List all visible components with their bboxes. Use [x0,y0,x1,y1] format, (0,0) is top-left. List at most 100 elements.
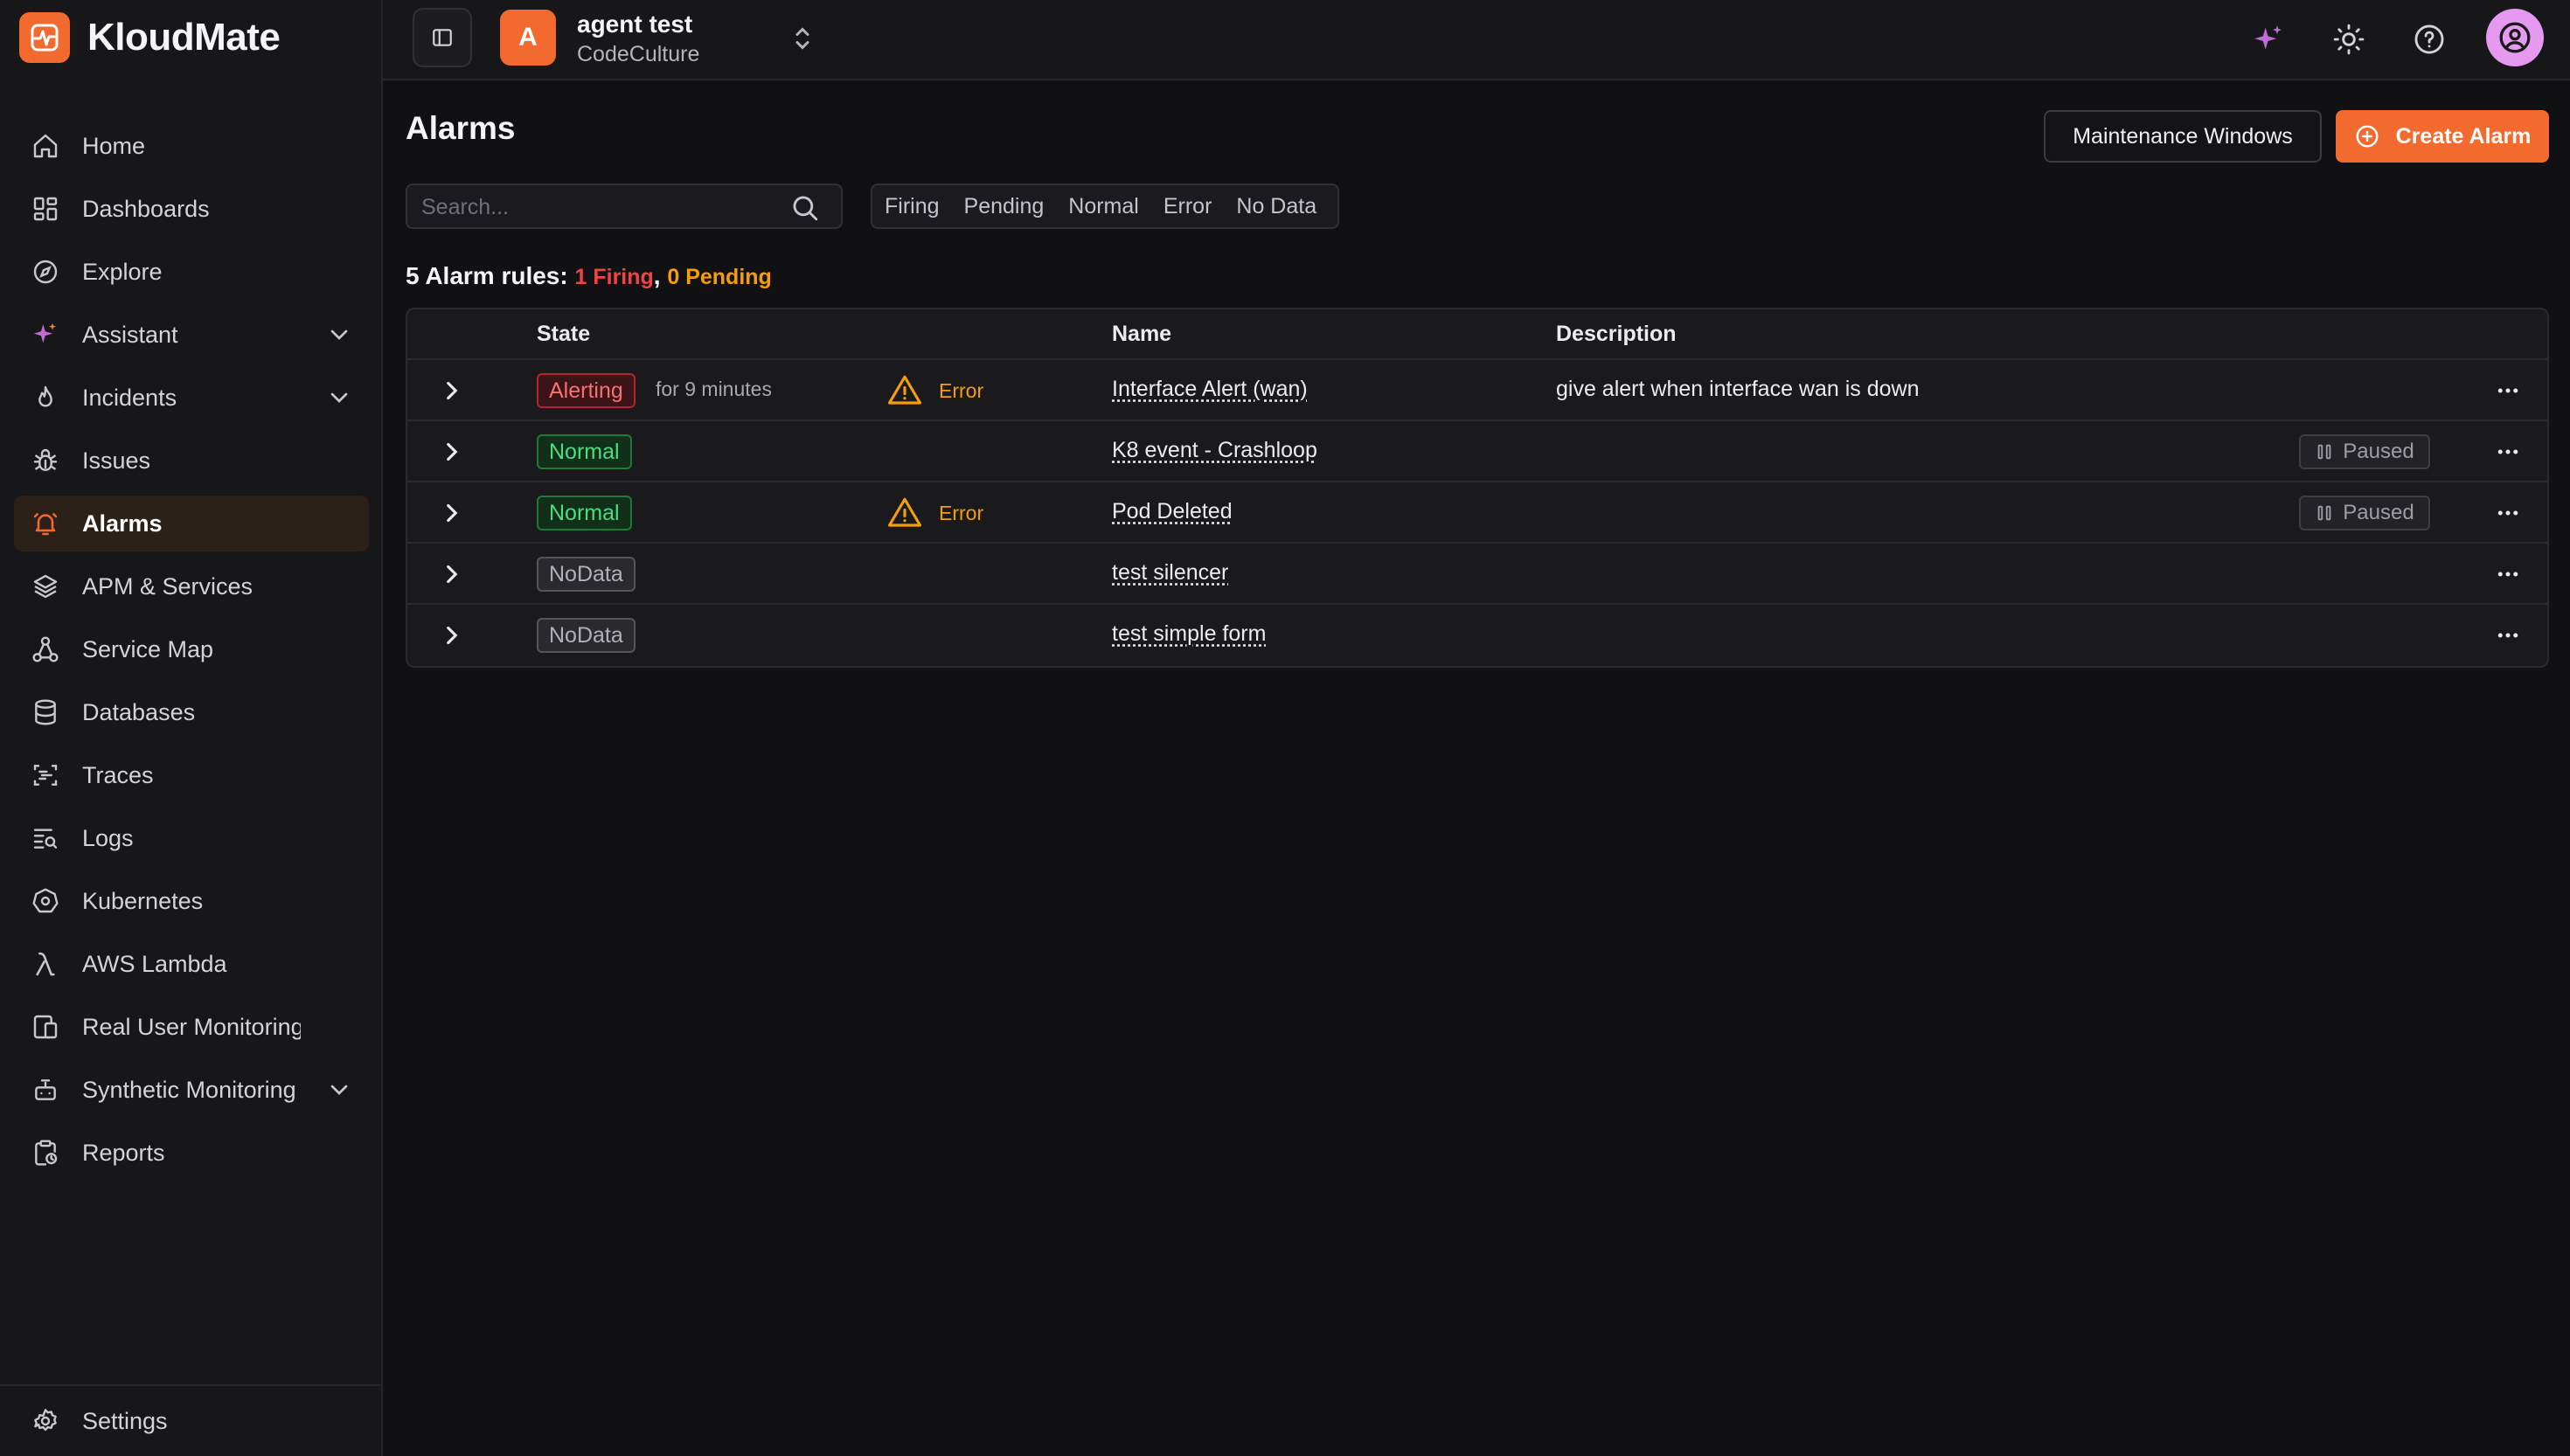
maintenance-windows-button[interactable]: Maintenance Windows [2044,110,2322,163]
sidebar-item-label: Alarms [82,510,163,537]
sidebar-item-label: Explore [82,258,163,285]
sidebar-toggle-icon [433,29,452,46]
chevrons-up-down-icon[interactable] [787,23,818,54]
firing-count[interactable]: 1 Firing [575,265,654,289]
sidebar-item-traces[interactable]: Traces [14,747,369,803]
filter-normal[interactable]: Normal [1068,194,1139,219]
chevron-right-icon[interactable] [437,498,467,528]
sidebar-item-reports[interactable]: Reports [14,1125,369,1181]
filter-firing[interactable]: Firing [885,194,940,219]
sidebar-item-incidents[interactable]: Incidents [14,370,369,426]
alarm-name-link[interactable]: Interface Alert (wan) [1112,377,1308,402]
state-filter-group: Firing Pending Normal Error No Data [871,184,1340,229]
more-options-icon[interactable] [2493,378,2523,404]
table-row[interactable]: NoData test silencer [407,544,2547,605]
state-badge: Normal [537,496,632,530]
filter-pending[interactable]: Pending [964,194,1045,219]
chevron-right-icon[interactable] [437,621,467,650]
ai-sparkle-button[interactable] [2248,19,2289,59]
alarm-name-link[interactable]: Pod Deleted [1112,499,1233,524]
create-alarm-button[interactable]: Create Alarm [2336,110,2549,163]
summary-prefix: 5 Alarm rules: [406,262,568,289]
org-name[interactable]: agent test [577,10,692,38]
chevron-right-icon[interactable] [437,559,467,589]
org-subtitle: CodeCulture [577,42,700,66]
alarm-name-link[interactable]: test simple form [1112,621,1266,647]
sidebar-item-service-map[interactable]: Service Map [14,621,369,677]
sidebar-item-label: Service Map [82,635,214,662]
sidebar-footer: Settings [14,1393,369,1456]
sidebar-item-explore[interactable]: Explore [14,244,369,300]
sidebar-toggle-button[interactable] [413,8,472,67]
sidebar-item-databases[interactable]: Databases [14,684,369,740]
chevron-down-icon[interactable] [325,321,353,349]
health-error[interactable]: Error [886,372,983,409]
sidebar-item-assistant[interactable]: Assistant [14,307,369,363]
table-row[interactable]: NoData test simple form [407,605,2547,666]
pause-icon [2317,444,2331,460]
pending-count[interactable]: 0 Pending [667,265,771,289]
alarm-name-link[interactable]: test silencer [1112,560,1228,586]
sidebar-item-home[interactable]: Home [14,118,369,174]
sidebar-item-dashboards[interactable]: Dashboards [14,181,369,237]
paused-label: Paused [2343,440,2414,463]
more-options-icon[interactable] [2493,622,2523,648]
state-duration: for 9 minutes [656,378,772,400]
layers-icon [30,571,61,602]
more-options-icon[interactable] [2493,561,2523,587]
column-header-description[interactable]: Description [1556,322,1677,347]
more-options-icon[interactable] [2493,500,2523,526]
health-error[interactable]: Error [886,495,983,531]
sidebar-item-settings[interactable]: Settings [14,1393,369,1449]
theme-toggle-button[interactable] [2329,19,2369,59]
help-button[interactable] [2409,19,2449,59]
plus-circle-icon [2356,125,2379,148]
chevron-down-icon[interactable] [325,384,353,412]
warning-icon [887,375,922,405]
user-avatar[interactable] [2486,9,2544,66]
filter-no-data[interactable]: No Data [1236,194,1316,219]
compass-icon [30,256,61,288]
column-header-state[interactable]: State [537,322,590,347]
search-icon[interactable] [790,193,820,223]
sidebar: KloudMate Home Dashboards Explore Assist… [0,0,383,1456]
sidebar-item-label: Incidents [82,384,177,411]
sidebar-item-apm-services[interactable]: APM & Services [14,558,369,614]
sidebar-item-synthetic-monitoring[interactable]: Synthetic Monitoring [14,1062,369,1118]
chevron-down-icon[interactable] [325,1076,353,1104]
state-badge: NoData [537,618,636,653]
table-row[interactable]: Alerting for 9 minutes Error Interface A… [407,360,2547,421]
brand[interactable]: KloudMate [19,12,281,63]
sidebar-item-real-user-monitoring[interactable]: Real User Monitoring [14,999,369,1055]
top-bar: A agent test CodeCulture [383,0,2570,80]
search-input[interactable] [421,192,771,222]
sidebar-item-issues[interactable]: Issues [14,433,369,489]
column-header-name[interactable]: Name [1112,322,1171,347]
chevron-right-icon[interactable] [437,376,467,406]
paused-badge: Paused [2299,496,2430,530]
chevron-right-icon[interactable] [437,437,467,467]
user-icon [2499,22,2531,53]
paused-label: Paused [2343,501,2414,524]
alarm-summary: 5 Alarm rules: 1 Firing, 0 Pending [406,262,772,290]
home-icon [30,130,61,162]
filter-error[interactable]: Error [1163,194,1212,219]
sidebar-item-label: Traces [82,761,154,788]
sidebar-divider [0,1384,383,1386]
lambda-icon [30,948,61,980]
more-options-icon[interactable] [2493,439,2523,465]
alarm-name-link[interactable]: K8 event - Crashloop [1112,438,1317,463]
traces-icon [30,759,61,791]
alarms-table: State Name Description Alerting for 9 mi… [406,308,2549,668]
sparkle-icon [30,319,61,350]
org-avatar[interactable]: A [500,10,556,66]
sidebar-item-label: Dashboards [82,195,210,222]
sidebar-item-kubernetes[interactable]: Kubernetes [14,873,369,929]
sidebar-item-alarms[interactable]: Alarms [14,496,369,551]
table-row[interactable]: Normal K8 event - Crashloop Paused [407,421,2547,482]
sidebar-item-label: Kubernetes [82,887,204,914]
sidebar-item-logs[interactable]: Logs [14,810,369,866]
sidebar-item-aws-lambda[interactable]: AWS Lambda [14,936,369,992]
sidebar-item-label: Reports [82,1139,165,1166]
table-row[interactable]: Normal Error Pod Deleted Paused [407,482,2547,544]
